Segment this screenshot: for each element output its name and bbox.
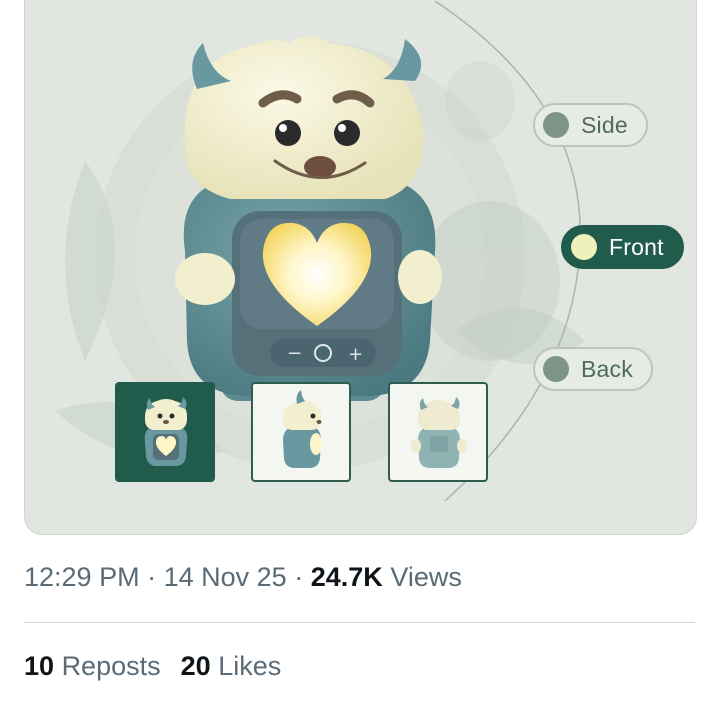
side-dot-icon (543, 112, 569, 138)
divider (24, 622, 695, 623)
likes-link[interactable]: 20 Likes (181, 651, 282, 681)
view-side-button[interactable]: Side (533, 103, 648, 147)
reposts-link[interactable]: 10 Reposts (24, 651, 161, 681)
views-count: 24.7K (310, 562, 383, 592)
likes-label: Likes (218, 651, 282, 681)
svg-text:+: + (348, 344, 363, 365)
post-time[interactable]: 12:29 PM (24, 562, 140, 592)
reposts-count: 10 (24, 651, 55, 681)
post-media[interactable]: − + Side Front Back (24, 0, 697, 535)
likes-count: 20 (180, 651, 211, 681)
post-date[interactable]: 14 Nov 25 (164, 562, 287, 592)
view-front-button[interactable]: Front (561, 225, 684, 269)
toy-character: − + (175, 36, 442, 401)
meta-separator: · (147, 562, 157, 592)
engagement-stats: 10 Reposts 20 Likes (24, 651, 281, 682)
thumbnail-front[interactable] (115, 382, 215, 482)
thumbnail-back[interactable] (388, 382, 488, 482)
thumbnail-side[interactable] (251, 382, 351, 482)
back-dot-icon (543, 356, 569, 382)
view-back-label: Back (581, 355, 633, 382)
view-side-label: Side (581, 111, 628, 138)
front-view-thumbnail-image (144, 397, 188, 466)
post-meta: 12:29 PM · 14 Nov 25 · 24.7K Views (24, 562, 462, 593)
view-front-label: Front (609, 233, 664, 260)
reposts-label: Reposts (61, 651, 161, 681)
view-back-button[interactable]: Back (533, 347, 653, 391)
svg-text:−: − (287, 343, 302, 364)
views-label: Views (390, 562, 462, 592)
side-view-thumbnail-image (283, 390, 322, 468)
meta-separator: · (294, 562, 304, 592)
back-view-thumbnail-image (411, 397, 467, 468)
front-dot-icon (571, 234, 597, 260)
